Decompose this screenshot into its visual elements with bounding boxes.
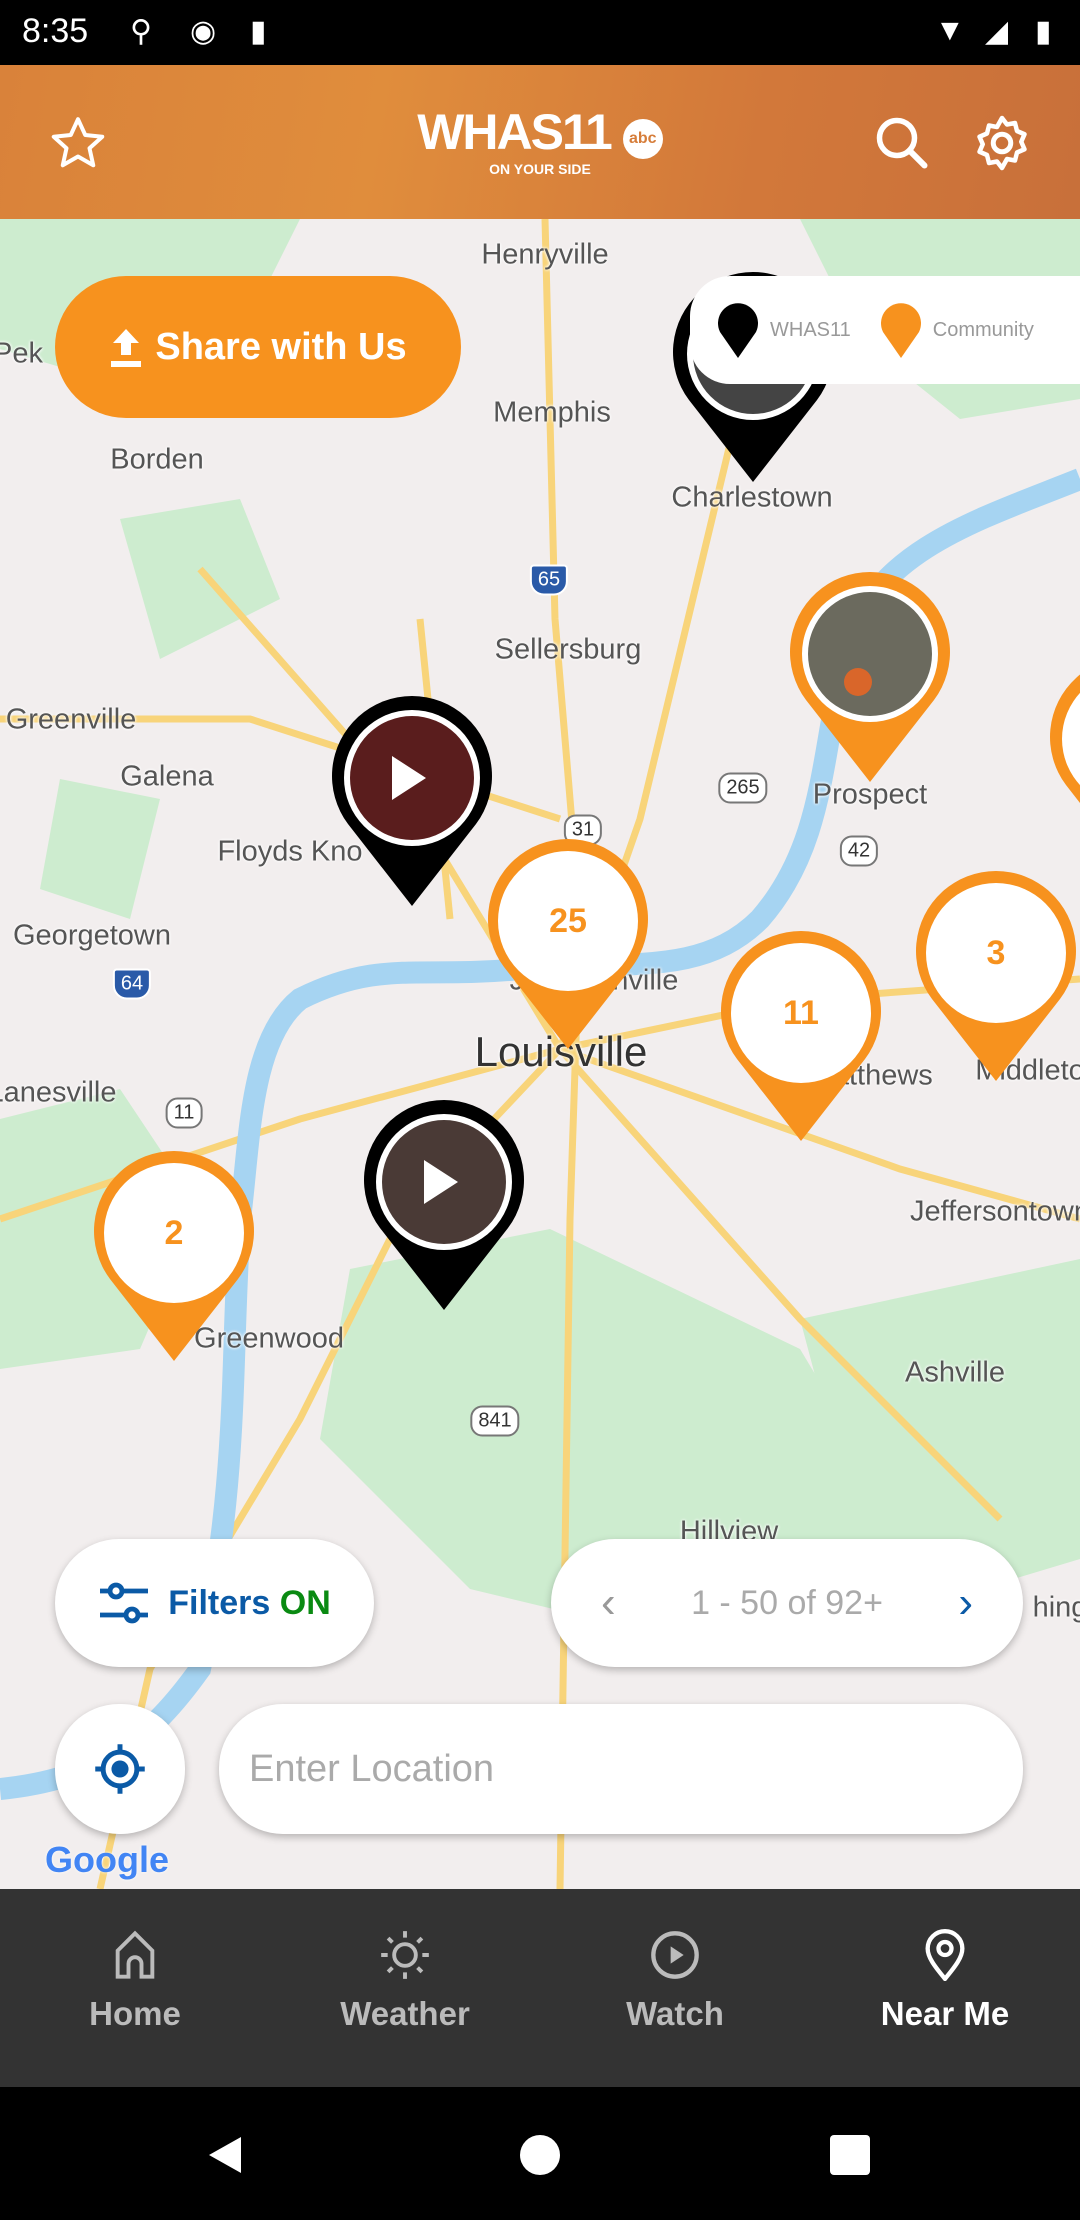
route-shield: 42 bbox=[839, 835, 879, 867]
play-icon bbox=[392, 756, 426, 800]
status-bar: 8:35 ⚲ ◉ ▮ ▼ ◢ ▮ bbox=[0, 0, 1080, 65]
nav-weather[interactable]: Weather bbox=[270, 1889, 540, 2087]
map-label: Charlestown bbox=[671, 481, 833, 514]
search-icon[interactable] bbox=[872, 113, 932, 173]
google-attribution: Google bbox=[45, 1839, 169, 1880]
nav-near-me[interactable]: Near Me bbox=[810, 1889, 1080, 2087]
pagination-control: ‹ 1 - 50 of 92+ › bbox=[551, 1539, 1023, 1667]
filters-button[interactable]: Filters ON bbox=[55, 1539, 374, 1667]
map-label: Georgetown bbox=[13, 919, 171, 952]
pagination-text: 1 - 50 of 92+ bbox=[691, 1583, 883, 1622]
signal-icon: ◢ bbox=[985, 15, 1009, 48]
nav-home[interactable]: Home bbox=[0, 1889, 270, 2087]
wifi-icon: ▼ bbox=[935, 14, 965, 47]
whas11-video-marker[interactable] bbox=[330, 696, 494, 906]
map-label: Ashville bbox=[905, 1356, 1005, 1389]
community-pin-icon bbox=[880, 303, 921, 358]
cluster-marker[interactable]: 11 bbox=[719, 931, 883, 1141]
home-circle-icon[interactable] bbox=[520, 2135, 560, 2175]
app-notification-icon: ◉ bbox=[190, 15, 217, 48]
status-time: 8:35 bbox=[22, 12, 89, 50]
recents-square-icon[interactable] bbox=[830, 2135, 870, 2175]
route-shield: 265 bbox=[718, 772, 768, 804]
nav-watch[interactable]: Watch bbox=[540, 1889, 810, 2087]
sun-icon bbox=[381, 1931, 429, 1979]
system-navigation-bar bbox=[0, 2087, 1080, 2220]
map-label: Sellersburg bbox=[494, 633, 642, 666]
map-label: hing bbox=[1032, 1591, 1080, 1624]
cluster-marker[interactable]: 3 bbox=[914, 871, 1078, 1081]
my-location-button[interactable] bbox=[55, 1704, 185, 1834]
map-label: Henryville bbox=[481, 238, 609, 271]
notification-icon: ⚲ bbox=[130, 15, 152, 48]
play-icon bbox=[424, 1160, 458, 1204]
map-label: Borden bbox=[110, 443, 204, 476]
marker-legend: WHAS11 Community bbox=[690, 276, 1080, 384]
previous-page-chevron-icon[interactable]: ‹ bbox=[601, 1578, 616, 1628]
location-input[interactable] bbox=[219, 1704, 1023, 1834]
filters-state: ON bbox=[279, 1583, 331, 1622]
route-shield: 841 bbox=[470, 1405, 520, 1437]
interstate-shield: 65 bbox=[529, 564, 569, 596]
favorite-star-icon[interactable] bbox=[48, 113, 108, 173]
route-shield: 11 bbox=[165, 1097, 203, 1129]
cluster-marker[interactable]: 2 bbox=[92, 1151, 256, 1361]
filters-label: Filters bbox=[168, 1583, 271, 1622]
sd-card-icon: ▮ bbox=[250, 15, 267, 48]
cluster-marker[interactable]: 25 bbox=[486, 839, 650, 1049]
home-icon bbox=[115, 1930, 155, 1979]
map-label: Prospect bbox=[812, 778, 928, 811]
share-with-us-button[interactable]: Share with Us bbox=[55, 276, 461, 418]
map-label: Lanesville bbox=[0, 1076, 117, 1109]
map-label: Jeffersontown bbox=[909, 1195, 1080, 1228]
map-label: Memphis bbox=[493, 396, 611, 429]
interstate-shield: 64 bbox=[112, 968, 152, 1000]
community-marker-offscreen[interactable] bbox=[1048, 657, 1080, 867]
next-page-chevron-icon[interactable]: › bbox=[958, 1578, 973, 1628]
whas11-pin-icon bbox=[718, 303, 758, 358]
whas11-video-marker[interactable] bbox=[362, 1100, 526, 1310]
map-label: Greenville bbox=[5, 703, 137, 736]
filter-sliders-icon bbox=[100, 1582, 149, 1624]
battery-icon: ▮ bbox=[1035, 15, 1052, 48]
locate-crosshair-icon bbox=[95, 1744, 145, 1794]
settings-gear-icon[interactable] bbox=[972, 113, 1032, 173]
app-header: WHAS11 abc ON YOUR SIDE bbox=[0, 65, 1080, 219]
play-circle-icon bbox=[651, 1931, 699, 1979]
community-photo-marker[interactable] bbox=[788, 572, 952, 782]
bottom-navigation: Home Weather Watch Near Me bbox=[0, 1889, 1080, 2087]
location-pin-icon bbox=[925, 1929, 965, 1981]
back-icon[interactable] bbox=[205, 2135, 245, 2175]
map-label: Pek bbox=[0, 337, 43, 370]
whas11-logo: WHAS11 abc ON YOUR SIDE bbox=[410, 107, 670, 177]
upload-icon bbox=[111, 329, 142, 367]
map-label: Galena bbox=[120, 760, 214, 793]
